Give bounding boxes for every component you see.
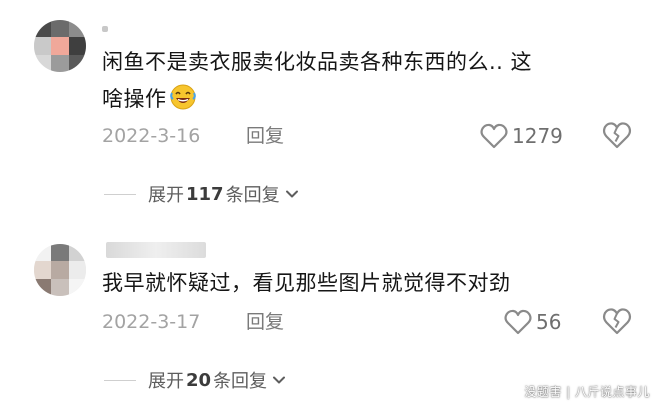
username-redacted — [102, 26, 108, 32]
avatar[interactable] — [34, 20, 86, 72]
heart-outline-icon — [480, 123, 508, 149]
comment-text: 我早就怀疑过，看见那些图片就觉得不对劲 — [102, 265, 622, 302]
like-button[interactable]: 56 — [504, 307, 561, 337]
username-redacted — [106, 242, 206, 258]
comment-text: 闲鱼不是卖衣服卖化妆品卖各种东西的么.. 这 啥操作 — [102, 44, 622, 118]
comment-text-line: 我早就怀疑过，看见那些图片就觉得不对劲 — [102, 271, 511, 295]
chevron-down-icon — [273, 376, 286, 384]
reply-button[interactable]: 回复 — [246, 307, 284, 337]
like-button[interactable]: 1279 — [480, 121, 563, 151]
comment-meta: 2022-3-17 回复 56 — [102, 307, 642, 337]
watermark: 没题害 | 八斤说点事儿 — [524, 385, 650, 399]
comment-date: 2022-3-17 — [102, 311, 201, 333]
chevron-down-icon — [285, 190, 298, 198]
comment-item: 我早就怀疑过，看见那些图片就觉得不对劲 2022-3-17 回复 56 展开 2… — [0, 220, 660, 408]
expand-replies-button[interactable]: 展开 20 条回复 — [104, 366, 287, 394]
comment-text-line: 啥操作 — [102, 81, 622, 118]
expand-suffix: 条回复 — [213, 371, 268, 392]
expand-suffix: 条回复 — [225, 185, 280, 206]
laugh-cry-emoji-icon — [169, 84, 196, 110]
expand-prefix: 展开 — [148, 185, 184, 206]
expand-divider — [104, 379, 136, 381]
expand-reply-count: 117 — [186, 183, 224, 205]
broken-heart-outline-icon — [602, 122, 632, 149]
dislike-button[interactable] — [602, 307, 632, 337]
comment-item: 闲鱼不是卖衣服卖化妆品卖各种东西的么.. 这 啥操作 2022-3-16 回复 … — [0, 0, 660, 210]
avatar[interactable] — [34, 244, 86, 296]
broken-heart-outline-icon — [602, 308, 632, 335]
heart-outline-icon — [504, 309, 532, 335]
comment-meta: 2022-3-16 回复 1279 — [102, 121, 642, 151]
comment-date: 2022-3-16 — [102, 125, 201, 147]
expand-prefix: 展开 — [148, 371, 184, 392]
expand-divider — [104, 193, 136, 195]
expand-replies-button[interactable]: 展开 117 条回复 — [104, 180, 300, 208]
like-count: 56 — [536, 310, 562, 334]
comment-text-line: 闲鱼不是卖衣服卖化妆品卖各种东西的么.. 这 — [102, 50, 533, 74]
expand-reply-count: 20 — [186, 369, 212, 391]
reply-button[interactable]: 回复 — [246, 121, 284, 151]
dislike-button[interactable] — [602, 121, 632, 151]
like-count: 1279 — [512, 124, 563, 148]
